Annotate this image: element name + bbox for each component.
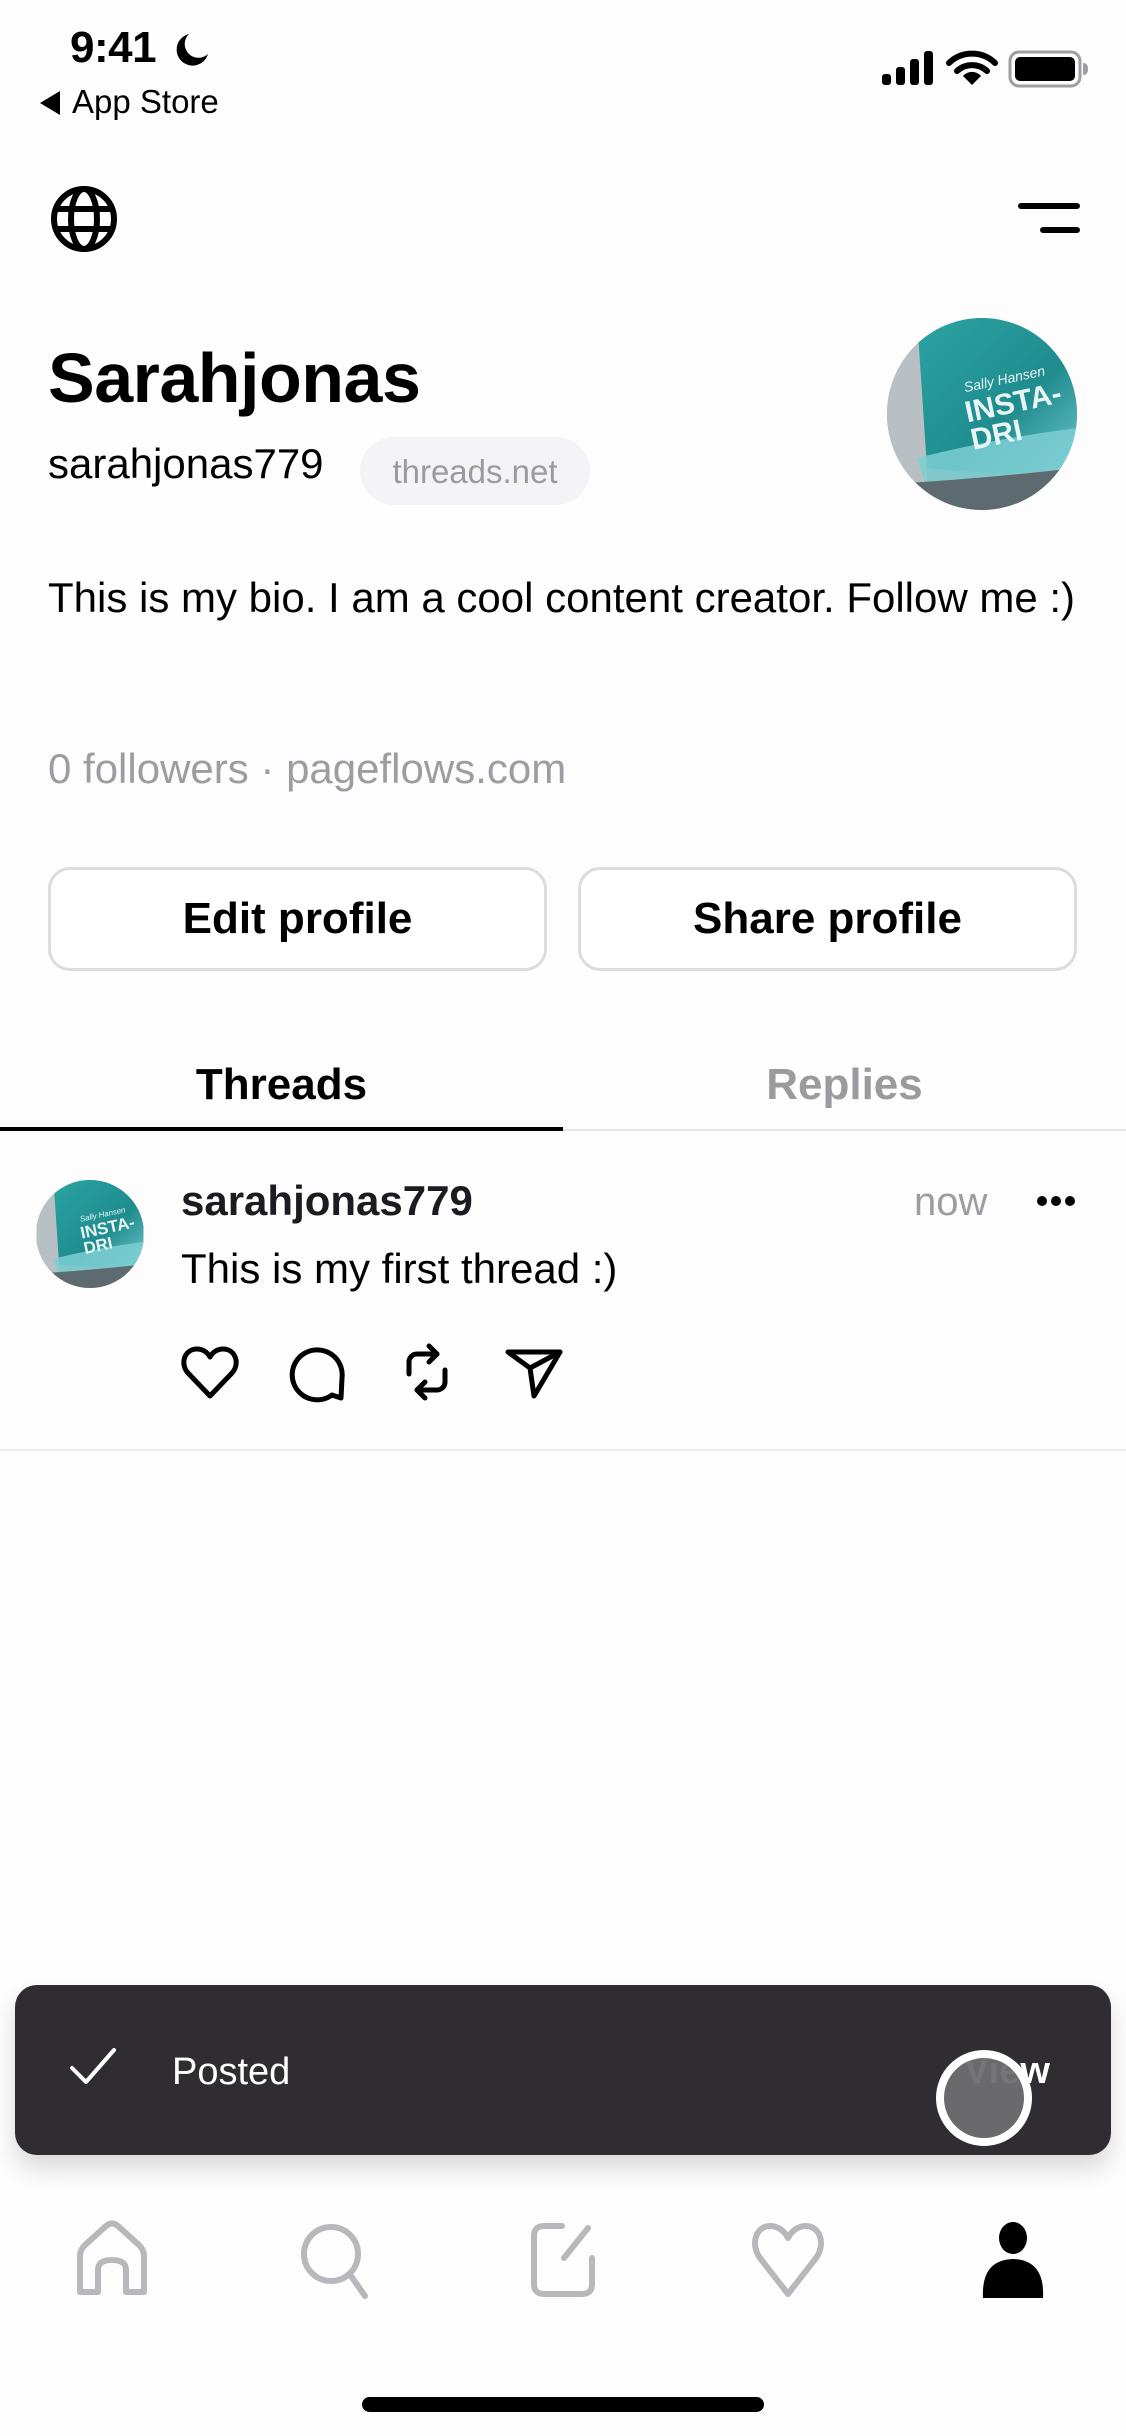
back-arrow-icon[interactable] (38, 90, 62, 116)
compose-icon[interactable] (520, 2220, 604, 2300)
edit-profile-button[interactable]: Edit profile (48, 867, 547, 971)
profile-avatar[interactable]: Sally Hansen INSTA- DRI (887, 318, 1077, 510)
repost-icon[interactable] (395, 1340, 459, 1404)
post-text: This is my first thread :) (181, 1245, 618, 1292)
search-icon[interactable] (293, 2220, 377, 2300)
post-username[interactable]: sarahjonas779 (181, 1180, 473, 1222)
menu-icon[interactable] (1010, 196, 1086, 240)
profile-handle: sarahjonas779 (48, 440, 324, 487)
post-timestamp: now (914, 1180, 988, 1224)
domain-badge[interactable]: threads.net (360, 437, 590, 505)
active-tab-indicator (0, 1127, 563, 1131)
check-icon (70, 2048, 116, 2084)
toast-message: Posted (172, 2051, 291, 2093)
home-icon[interactable] (70, 2220, 154, 2300)
tab-threads[interactable]: Threads (0, 1040, 563, 1130)
share-icon[interactable] (502, 1340, 566, 1404)
tab-replies[interactable]: Replies (563, 1040, 1126, 1130)
status-time: 9:41 (70, 23, 157, 72)
like-icon[interactable] (178, 1340, 242, 1404)
profile-icon[interactable] (971, 2220, 1055, 2300)
back-to-app-store[interactable]: App Store (72, 85, 219, 118)
more-options-icon[interactable] (1030, 1188, 1082, 1214)
home-indicator (362, 2397, 764, 2412)
wifi-icon (946, 50, 998, 85)
share-profile-button[interactable]: Share profile (578, 867, 1077, 971)
globe-icon[interactable] (48, 183, 120, 255)
comment-icon[interactable] (286, 1340, 350, 1404)
post-divider (0, 1449, 1126, 1451)
avatar-image: Sally Hansen INSTA- DRI (887, 318, 1077, 510)
moon-icon (176, 34, 208, 66)
signal-icon (882, 51, 933, 85)
post-avatar[interactable]: Sally Hansen INSTA- DRI (36, 1180, 144, 1288)
followers-and-link[interactable]: 0 followers · pageflows.com (48, 748, 566, 790)
touch-indicator (936, 2050, 1032, 2146)
profile-bio: This is my bio. I am a cool content crea… (48, 574, 1076, 621)
battery-icon (1008, 50, 1088, 88)
activity-heart-icon[interactable] (746, 2220, 830, 2300)
profile-display-name: Sarahjonas (48, 339, 421, 417)
avatar-image: Sally Hansen INSTA- DRI (36, 1180, 144, 1288)
